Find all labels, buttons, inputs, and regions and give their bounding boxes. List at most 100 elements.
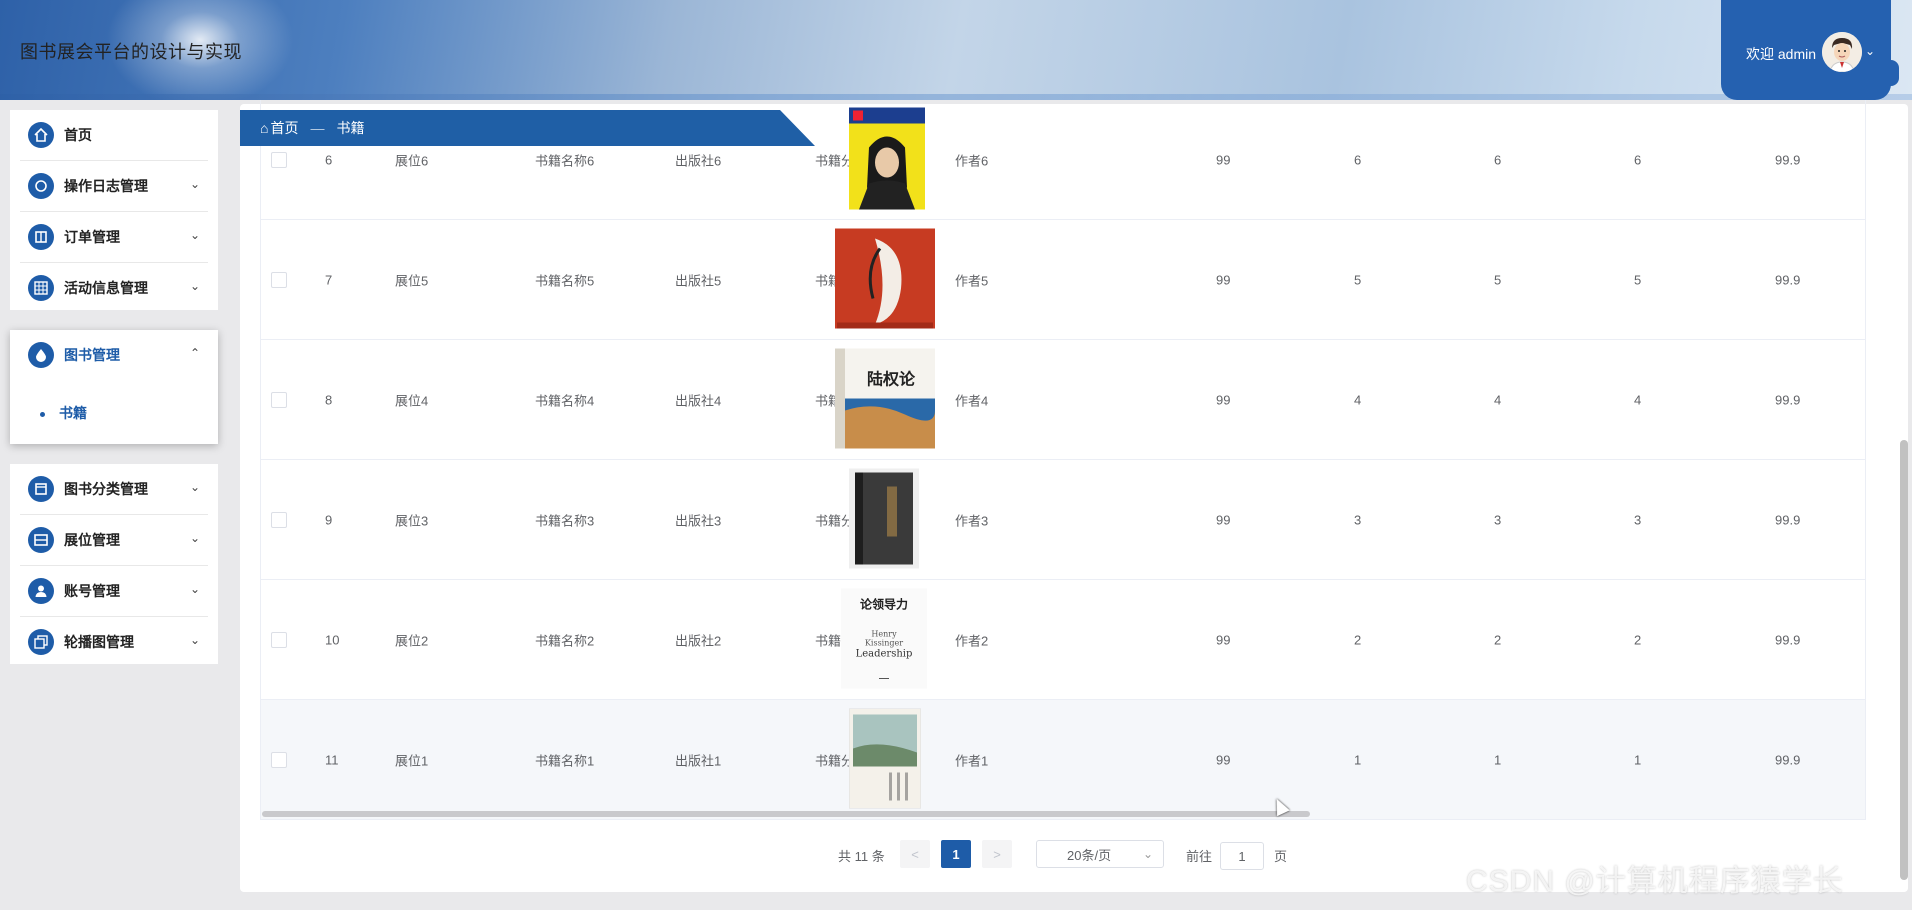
table-row[interactable]: 8展位4书籍名称4出版社4书籍分类4作者49944499.9陆权论 [261, 340, 1865, 460]
goto-label: 前往 [1186, 849, 1213, 864]
table-cell-idx: 9 [325, 512, 333, 527]
chevron-down-icon[interactable]: ⌄ [1865, 44, 1875, 58]
sidebar-item-carousel[interactable]: 轮播图管理 ⌄ [20, 617, 208, 667]
sidebar-item-label: 账号管理 [64, 583, 120, 599]
table-cell-c4: 1 [1634, 752, 1642, 767]
table-cell-author: 作者3 [955, 513, 989, 528]
table-row[interactable]: 11 展位1 书籍名称1 出版社1 书籍分类1 作者1 99 1 1 1 99.9 [261, 700, 1865, 820]
book-cover-image[interactable]: 陆权论 [835, 348, 935, 451]
bullet-icon [40, 411, 45, 417]
prev-page-button[interactable]: < [900, 840, 930, 868]
pagination-total: 共 11 条 [838, 849, 885, 864]
breadcrumb: ⌂ 首页 — 书籍 [240, 110, 815, 146]
chevron-down-icon: ⌄ [1142, 847, 1153, 861]
user-menu[interactable]: 欢迎 admin ⌄ [1721, 0, 1899, 100]
sidebar-item-label: 图书管理 [64, 347, 120, 363]
log-icon [28, 173, 54, 199]
table-cell-c1: 99 [1216, 632, 1231, 647]
table-row[interactable]: 7展位5书籍名称5出版社5书籍分类5作者59955599.9 [261, 220, 1865, 340]
table-cell-booth: 展位1 [395, 753, 429, 768]
breadcrumb-home[interactable]: 首页 [270, 118, 298, 138]
table-cell-price: 99.9 [1775, 392, 1801, 407]
book-cover-image[interactable] [849, 107, 925, 212]
chevron-down-icon: ⌄ [189, 633, 200, 647]
table-cell-idx: 11 [325, 752, 339, 767]
grid-icon [28, 275, 54, 301]
book-cover-image[interactable] [835, 228, 935, 331]
sidebar-item-operation-log[interactable]: 操作日志管理 ⌄ [20, 161, 208, 212]
booth-icon [28, 527, 54, 553]
order-icon [28, 224, 54, 250]
row-checkbox[interactable] [271, 511, 287, 528]
book-cover-image[interactable]: 论领导力 Henry Kissinger Leadership [841, 588, 927, 691]
page-1-button[interactable]: 1 [941, 840, 971, 868]
breadcrumb-separator: — [310, 120, 325, 136]
sidebar-item-booth[interactable]: 展位管理 ⌄ [20, 515, 208, 566]
table-cell-name: 书籍名称5 [535, 273, 595, 288]
table-cell-idx: 8 [325, 392, 333, 407]
book-cover-image[interactable] [848, 707, 922, 811]
table-cell-name: 书籍名称1 [535, 753, 595, 768]
sidebar-item-label: 首页 [64, 127, 92, 143]
table-cell-c2: 2 [1354, 632, 1362, 647]
next-page-button[interactable]: > [982, 840, 1012, 868]
chevron-up-icon: ⌃ [189, 346, 200, 360]
table-cell-publisher: 出版社1 [675, 753, 722, 768]
books-table: 6 展位6 书籍名称6 出版社6 书籍分类6 作者6 99 6 6 6 99.9 7 展位5 书籍名称5 出… [260, 100, 1866, 820]
chevron-down-icon: ⌄ [189, 480, 200, 494]
breadcrumb-current: 书籍 [336, 120, 365, 136]
cover-title: 陆权论 [867, 369, 916, 388]
horizontal-scrollbar[interactable] [262, 811, 1310, 817]
vertical-scrollbar[interactable] [1900, 440, 1908, 880]
sidebar-item-book-category[interactable]: 图书分类管理 ⌄ [20, 464, 208, 515]
table-cell-c3: 1 [1494, 752, 1502, 767]
table-cell-price: 99.9 [1775, 512, 1801, 527]
table-cell-publisher: 出版社2 [675, 633, 722, 648]
sidebar-group-bottom: 图书分类管理 ⌄ 展位管理 ⌄ 账号管理 ⌄ 轮播图管理 ⌄ [10, 464, 218, 664]
goto-page-input[interactable]: 1 [1220, 842, 1264, 870]
top-header: 图书展会平台的设计与实现 [0, 0, 1912, 100]
row-checkbox[interactable] [271, 391, 287, 408]
table-cell-c2: 4 [1354, 392, 1362, 407]
table-cell-author: 作者1 [955, 753, 989, 768]
table-cell-c1: 99 [1216, 392, 1231, 407]
table-cell-c2: 5 [1354, 272, 1362, 287]
table-cell-c3: 4 [1494, 392, 1502, 407]
row-checkbox[interactable] [271, 151, 287, 168]
sidebar-item-book-management[interactable]: 图书管理 ⌃ [20, 330, 208, 380]
table-cell-booth: 展位3 [395, 513, 429, 528]
sidebar-item-activity[interactable]: 活动信息管理 ⌄ [20, 263, 208, 313]
sidebar-item-orders[interactable]: 订单管理 ⌄ [20, 212, 208, 263]
row-checkbox[interactable] [271, 631, 287, 648]
table-row[interactable]: 10展位2书籍名称2出版社2书籍分类2作者29922299.9论领导力Henry… [261, 580, 1865, 700]
sidebar-item-account[interactable]: 账号管理 ⌄ [20, 566, 208, 617]
table-cell-price: 99.9 [1775, 272, 1801, 287]
table-cell-publisher: 出版社4 [675, 393, 722, 408]
row-checkbox[interactable] [271, 271, 287, 288]
table-cell-name: 书籍名称4 [535, 393, 595, 408]
row-checkbox[interactable] [271, 751, 287, 768]
cover-title: 论领导力 [860, 596, 908, 611]
sidebar-subitem-label: 书籍 [59, 405, 87, 421]
home-icon[interactable]: ⌂ [260, 120, 268, 136]
chevron-down-icon: ⌄ [189, 228, 200, 242]
table-cell-c4: 2 [1634, 632, 1642, 647]
table-cell-name: 书籍名称3 [535, 513, 595, 528]
sidebar-item-label: 展位管理 [64, 532, 120, 548]
category-icon [28, 476, 54, 502]
avatar-icon[interactable] [1822, 32, 1862, 72]
cover-author: Kissinger [865, 638, 903, 647]
table-cell-publisher: 出版社3 [675, 513, 722, 528]
cover-author: Henry [871, 629, 897, 638]
table-cell-price: 99.9 [1775, 632, 1801, 647]
table-cell-publisher: 出版社5 [675, 273, 722, 288]
table-row[interactable]: 9 展位3 书籍名称3 出版社3 书籍分类3 作者3 99 3 3 3 99.9 [261, 460, 1865, 580]
book-cover-image[interactable] [849, 468, 919, 571]
table-cell-booth: 展位4 [395, 393, 429, 408]
page-size-select[interactable]: 20条/页 ⌄ [1036, 840, 1164, 868]
table-cell-c3: 5 [1494, 272, 1502, 287]
sidebar-subitem-books[interactable]: 书籍 [40, 403, 87, 423]
sidebar-item-home[interactable]: 首页 [20, 110, 208, 161]
sidebar-group-top: 首页 操作日志管理 ⌄ 订单管理 ⌄ 活动信息管理 ⌄ [10, 110, 218, 310]
cover-subtitle: Leadership [856, 648, 913, 659]
